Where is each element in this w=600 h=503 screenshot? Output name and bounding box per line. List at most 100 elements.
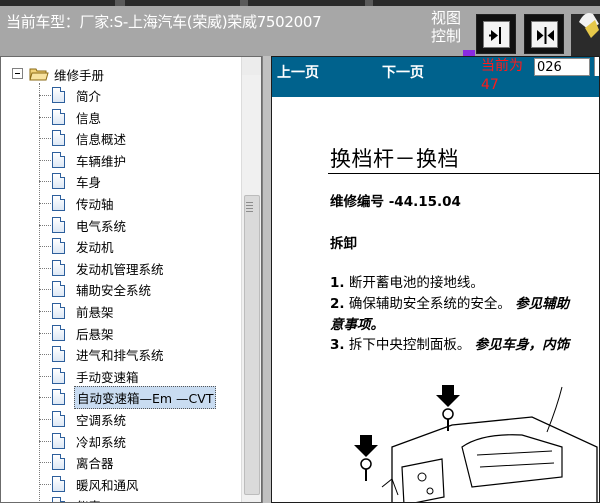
total-pages-value: 47 [481, 77, 499, 93]
service-number: 维修编号 -44.15.04 [330, 190, 461, 210]
step-item: 2. 确保辅助安全系统的安全。 参见辅助 [330, 292, 569, 312]
tree-item[interactable]: 后悬架 [52, 323, 116, 343]
page-number-input[interactable] [534, 58, 590, 76]
tree-connector [39, 117, 51, 118]
document-icon [52, 476, 65, 492]
tree-connector [39, 225, 51, 226]
page-input-edge [594, 57, 599, 76]
collapse-panel-button[interactable] [476, 14, 516, 54]
tree-item[interactable]: 车辆维护 [52, 150, 128, 170]
top-strip [0, 0, 600, 6]
scroll-up-button[interactable] [242, 57, 261, 75]
step-text: 确保辅助安全系统的安全。 [348, 296, 511, 312]
tree-item-label: 仪表 [74, 495, 103, 503]
tree-item[interactable]: 辅助安全系统 [52, 279, 153, 299]
step-reference-link[interactable]: 参见车身，内饰 [475, 337, 570, 353]
step-text: 拆下中央控制面板。 [348, 337, 471, 353]
tree-item-label: 信息概述 [76, 131, 127, 147]
tree-item[interactable]: 简介 [52, 85, 103, 105]
tree-item[interactable]: 空调系统 [52, 409, 128, 429]
tree-item-label: 电气系统 [76, 218, 127, 234]
tree-collapse-toggle[interactable] [12, 68, 23, 79]
document-icon [52, 411, 65, 427]
document-icon [52, 497, 65, 502]
tree-root-label[interactable]: 维修手册 [54, 65, 104, 84]
tree-item-label: 前悬架 [76, 304, 114, 320]
step-item: 3. 拆下中央控制面板。 参见车身，内饰 [330, 333, 569, 353]
scroll-grip-icon [246, 202, 253, 214]
split-view-button[interactable] [524, 14, 564, 54]
tree-item[interactable]: 手动变速箱 [52, 366, 141, 386]
tree-item[interactable]: 信息概述 [52, 128, 128, 148]
collapse-panel-icon [489, 27, 501, 44]
document-icon [52, 238, 65, 254]
tree-item[interactable]: 发动机管理系统 [52, 258, 166, 278]
tree-item[interactable]: 车身 [52, 171, 103, 191]
scroll-thumb[interactable] [244, 195, 260, 495]
service-number-label: 维修编号 [330, 194, 384, 210]
tree-connector [39, 484, 51, 485]
document-icon [52, 109, 65, 125]
document-content: 换档杆－换档 维修编号 -44.15.04 拆卸 1. 断开蓄电池的接地线。 2… [272, 97, 599, 502]
step-item-continued: 意事项。 [330, 313, 384, 333]
document-icon [52, 130, 65, 146]
document-icon [52, 303, 65, 319]
tree-item[interactable]: 传动轴 [52, 193, 116, 213]
tree-item[interactable]: 进气和排气系统 [52, 344, 166, 364]
top-toolbar: 当前车型：厂家:S-上海汽车(荣威)荣威7502007 视图 控制 [0, 0, 600, 56]
tree-item-label: 传动轴 [76, 196, 114, 212]
step-item: 1. 断开蓄电池的接地线。 [330, 271, 484, 291]
next-page-link[interactable]: 下一页 [382, 62, 424, 82]
document-icon [52, 152, 65, 168]
tree-item[interactable]: 暖风和通风 [52, 474, 141, 494]
tree-connector [39, 160, 51, 161]
document-icon [52, 217, 65, 233]
folder-open-icon [29, 68, 49, 81]
prev-page-link[interactable]: 上一页 [277, 62, 319, 82]
panel-splitter[interactable] [262, 56, 271, 503]
gear-shift-illustration [354, 385, 598, 502]
document-icon [52, 260, 65, 276]
view-control-label-line2: 控制 [431, 27, 462, 45]
tree-item-label: 发动机管理系统 [76, 261, 164, 277]
step-reference-continued[interactable]: 意事项。 [330, 317, 384, 333]
current-page-label: 当前为 [481, 58, 523, 74]
tree-item-label: 冷却系统 [76, 434, 127, 450]
tree-guide-line [39, 83, 40, 502]
document-icon [52, 433, 65, 449]
tree-item[interactable]: 信息 [52, 107, 103, 127]
document-icon [52, 368, 65, 384]
tree-item[interactable]: 前悬架 [52, 301, 116, 321]
tree-item[interactable]: 自动变速箱—Em —CVT [52, 385, 217, 409]
tree-connector [39, 462, 51, 463]
document-icon [52, 87, 65, 103]
step-number: 3. [330, 337, 345, 353]
view-control-label: 视图 控制 [431, 9, 467, 45]
document-icon [52, 346, 65, 362]
tree-item-label: 进气和排气系统 [76, 347, 164, 363]
tree-connector [39, 376, 51, 377]
tree-item-label: 手动变速箱 [76, 369, 139, 385]
step-number: 1. [330, 275, 345, 291]
tree-connector [39, 268, 51, 269]
document-icon [52, 325, 65, 341]
document-panel: 上一页 下一页 当前为 47 换档杆－换档 维修编号 -44.15.04 拆卸 … [271, 56, 600, 503]
document-icon [52, 454, 65, 470]
document-nav-bar: 上一页 下一页 当前为 47 [272, 57, 599, 97]
tree-scrollbar[interactable] [241, 57, 261, 502]
tree-item[interactable]: 电气系统 [52, 215, 128, 235]
tree-connector [39, 354, 51, 355]
tree-item-label: 辅助安全系统 [76, 282, 152, 298]
section-heading: 拆卸 [330, 236, 357, 252]
document-icon [52, 389, 65, 405]
tree-item[interactable]: 冷却系统 [52, 431, 128, 451]
tree-item[interactable]: 发动机 [52, 236, 116, 256]
split-view-icon [537, 27, 554, 44]
tree-connector [39, 95, 51, 96]
step-reference-link[interactable]: 参见辅助 [515, 296, 569, 312]
tree-item[interactable]: 仪表 [52, 495, 103, 503]
tree-item-label: 发动机 [76, 239, 114, 255]
tree-connector [39, 246, 51, 247]
tree-connector [39, 419, 51, 420]
tree-item[interactable]: 离合器 [52, 452, 116, 472]
